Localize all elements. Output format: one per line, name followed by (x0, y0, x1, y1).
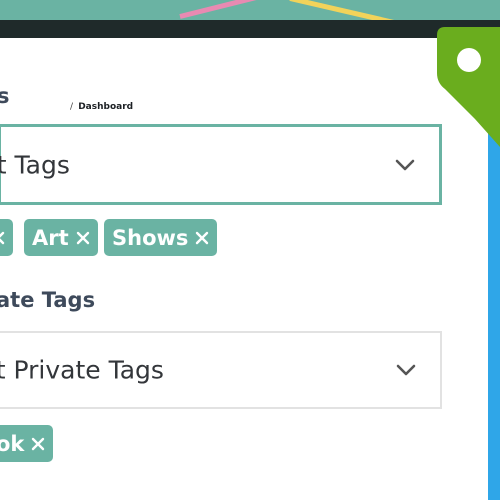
close-icon[interactable] (0, 230, 6, 246)
close-icon[interactable] (75, 230, 91, 246)
tag-chip[interactable]: Art (24, 219, 98, 256)
close-icon[interactable] (30, 436, 46, 452)
chevron-down-icon (395, 159, 415, 170)
breadcrumb-separator: / (70, 102, 74, 112)
breadcrumb-dashboard[interactable]: Dashboard (78, 102, 133, 112)
tag-chip-label: Shows (112, 225, 189, 250)
background-header (0, 0, 500, 22)
tag-chip-label: Art (32, 225, 69, 250)
private-tags-select[interactable]: ct Private Tags (0, 331, 442, 409)
private-tags-placeholder: ct Private Tags (0, 355, 164, 385)
decorative-stripe (289, 0, 418, 22)
tag-chip-partial[interactable] (0, 219, 13, 256)
breadcrumb: / Dashboard (70, 102, 133, 112)
decorative-stripe (179, 0, 288, 19)
tag-chip[interactable]: Shows (104, 219, 218, 256)
tag-icon (437, 27, 500, 147)
public-tags-placeholder: ct Tags (0, 150, 70, 179)
tag-chip-label: ok (0, 431, 25, 456)
private-tag-chip[interactable]: ok (0, 425, 54, 462)
private-tags-heading: ate Tags (0, 288, 96, 312)
chevron-down-icon (396, 364, 416, 376)
public-tags-heading: s (0, 84, 10, 108)
close-icon[interactable] (194, 230, 210, 246)
public-tags-select[interactable]: ct Tags (0, 124, 442, 205)
